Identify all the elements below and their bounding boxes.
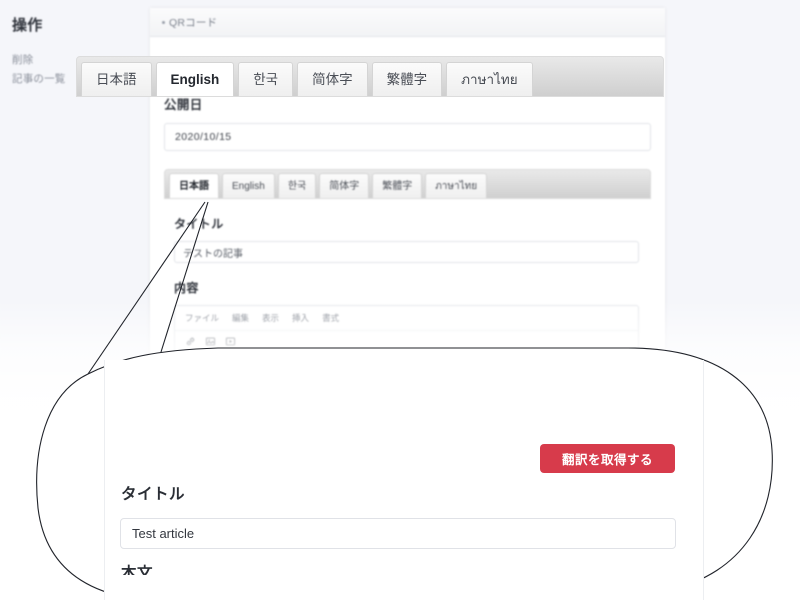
magnified-form-card xyxy=(104,360,704,600)
breadcrumb[interactable]: QRコード xyxy=(162,15,217,30)
tab-simplified-chinese-magnified[interactable]: 简体字 xyxy=(297,62,368,96)
language-tabs-background: 日本語 English 한국 简体字 繁體字 ภาษาไทย xyxy=(164,169,651,199)
tab-simplified-chinese[interactable]: 简体字 xyxy=(319,173,370,198)
editor-menu-file[interactable]: ファイル xyxy=(185,312,219,324)
tab-japanese[interactable]: 日本語 xyxy=(169,173,219,198)
sidebar-item-article-list[interactable]: 記事の一覧 xyxy=(12,71,66,86)
tab-korean[interactable]: 한국 xyxy=(277,173,317,198)
tab-english-magnified[interactable]: English xyxy=(155,62,235,96)
tab-japanese-magnified[interactable]: 日本語 xyxy=(81,62,152,96)
bullet-icon xyxy=(162,20,165,24)
screenshot-root: 操作 削除 記事の一覧 QRコード 記事編集 公開日 2020/10/15 日本… xyxy=(0,0,800,600)
editor-menu-view[interactable]: 表示 xyxy=(262,312,279,324)
tab-traditional-chinese[interactable]: 繁體字 xyxy=(372,173,423,198)
sidebar-item-delete[interactable]: 削除 xyxy=(12,52,33,67)
tab-traditional-chinese-magnified[interactable]: 繁體字 xyxy=(371,62,443,96)
breadcrumb-label: QRコード xyxy=(169,17,218,29)
breadcrumb-bar: QRコード xyxy=(150,8,665,37)
language-tabs-magnified: 日本語 English 한국 简体字 繁體字 ภาษาไทย xyxy=(76,56,664,97)
editor-menubar: ファイル 編集 表示 挿入 書式 xyxy=(175,306,638,331)
get-translation-button[interactable]: 翻訳を取得する xyxy=(540,444,675,473)
publish-date-input[interactable]: 2020/10/15 xyxy=(164,123,651,151)
editor-menu-insert[interactable]: 挿入 xyxy=(292,312,309,324)
tab-thai-magnified[interactable]: ภาษาไทย xyxy=(446,62,533,96)
title-label: タイトル xyxy=(174,217,224,231)
title-input-magnified[interactable]: Test article xyxy=(120,518,676,549)
callout-clip xyxy=(104,360,704,600)
content-label: 内容 xyxy=(174,281,199,295)
tab-english[interactable]: English xyxy=(222,173,275,198)
card-edge-left xyxy=(104,360,105,600)
title-label-magnified: タイトル xyxy=(121,486,186,503)
body-label-magnified: 本文 xyxy=(121,565,154,575)
tab-thai[interactable]: ภาษาไทย xyxy=(425,173,488,198)
card-edge-right xyxy=(703,360,704,600)
editor-menu-format[interactable]: 書式 xyxy=(322,312,339,324)
tab-korean-magnified[interactable]: 한국 xyxy=(238,62,294,96)
editor-menu-edit[interactable]: 編集 xyxy=(232,312,249,324)
title-input[interactable]: テストの記事 xyxy=(174,241,639,263)
sidebar-title: 操作 xyxy=(12,17,43,34)
